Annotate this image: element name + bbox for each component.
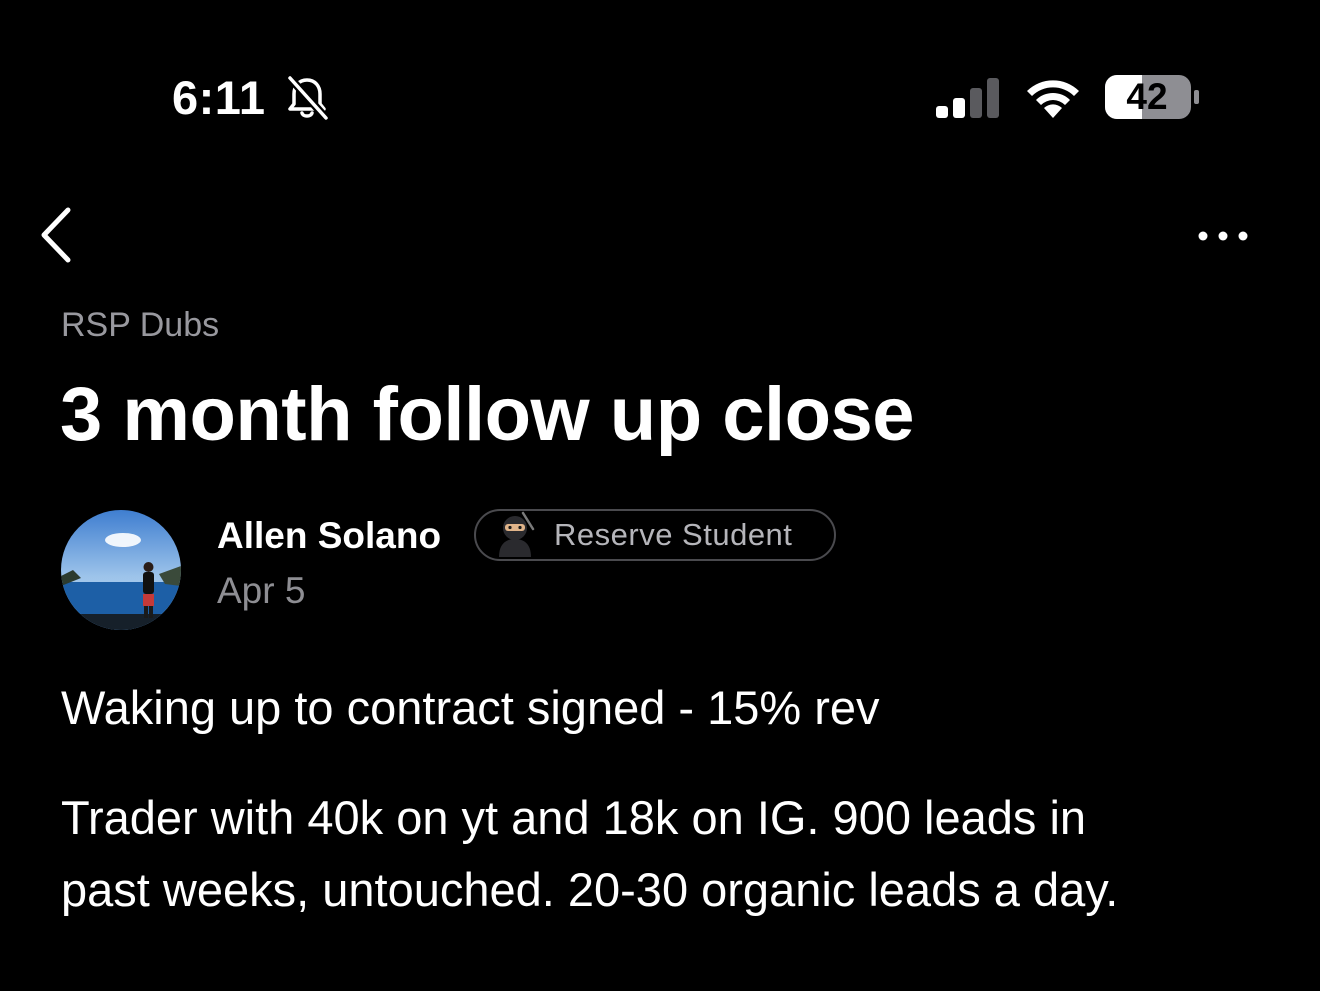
bell-slash-icon	[287, 75, 329, 121]
cellular-signal-icon	[936, 78, 999, 118]
post-body-line: Waking up to contract signed - 15% rev	[61, 681, 880, 734]
avatar[interactable]	[61, 510, 181, 630]
ellipsis-icon[interactable]	[1190, 216, 1256, 256]
author-name[interactable]: Allen Solano	[217, 514, 441, 558]
post-title: 3 month follow up close	[60, 372, 915, 457]
post-category[interactable]: RSP Dubs	[61, 303, 219, 347]
battery-percentage: 42	[1126, 76, 1168, 117]
wifi-icon	[1027, 80, 1079, 118]
status-time: 6:11	[172, 71, 266, 124]
post-body-line: past weeks, untouched. 20-30 organic lea…	[61, 863, 1119, 916]
ninja-icon	[499, 511, 535, 557]
post-body-line: Trader with 40k on yt and 18k on IG. 900…	[61, 791, 1087, 844]
chevron-left-icon[interactable]	[30, 200, 86, 270]
badge-label: Reserve Student	[554, 517, 793, 552]
post-screen: 6:11 42 RSP Dubs 3 month follow up close	[0, 0, 1320, 991]
post-date: Apr 5	[217, 570, 306, 611]
